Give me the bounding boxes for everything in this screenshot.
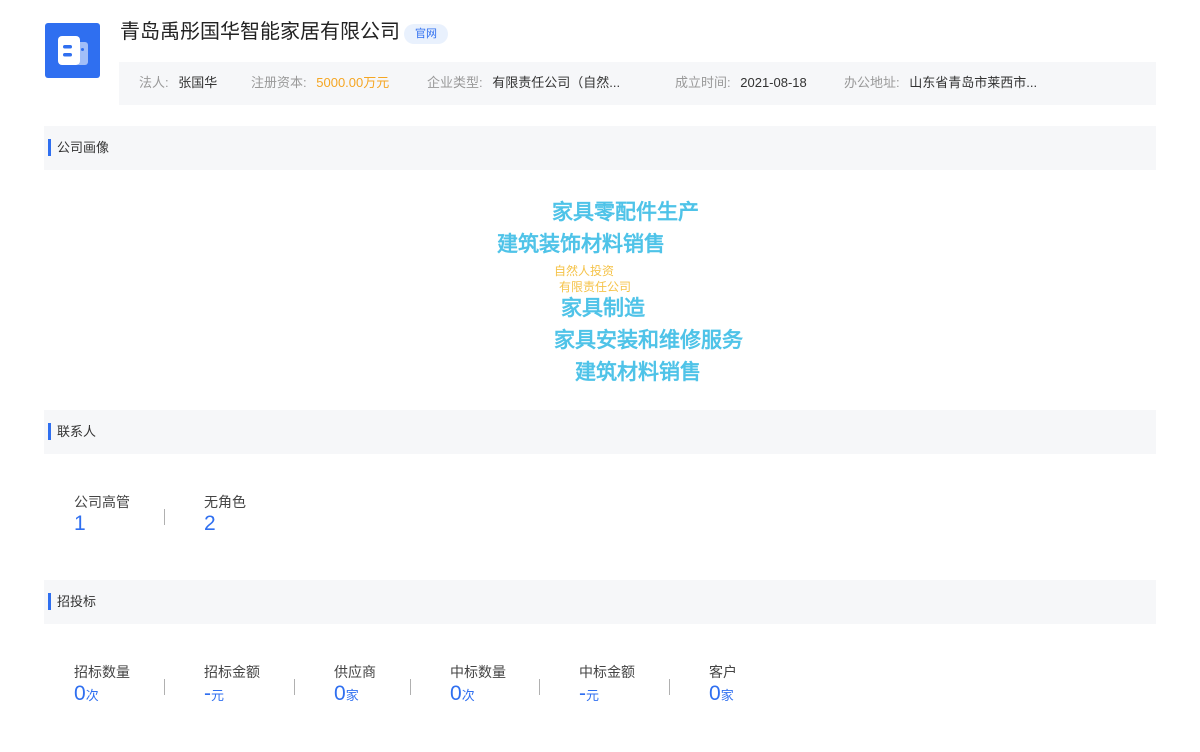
section-bidding: 招投标 <box>44 580 1156 624</box>
stat-label: 招标金额 <box>204 664 260 680</box>
tag-word: 建筑材料销售 <box>575 361 701 384</box>
stat-label: 公司高管 <box>74 494 130 510</box>
stat-value: 0家 <box>334 682 359 708</box>
divider <box>164 679 165 695</box>
stat-label: 中标金额 <box>579 664 635 680</box>
address-label: 办公地址: <box>844 75 900 90</box>
tag-word: 建筑装饰材料销售 <box>497 233 665 256</box>
address-value: 山东省青岛市莱西市... <box>909 75 1038 90</box>
official-site-badge[interactable]: 官网 <box>404 24 448 44</box>
founded-date: 成立时间: 2021-08-18 <box>675 75 807 91</box>
section-title: 公司画像 <box>57 140 110 155</box>
stat-value: -元 <box>204 682 224 708</box>
section-title: 联系人 <box>57 424 97 439</box>
divider <box>294 679 295 695</box>
stat-number[interactable]: 0 <box>709 682 721 705</box>
stat-unit: 元 <box>586 688 600 703</box>
capital-label: 注册资本: <box>251 75 307 90</box>
divider <box>410 679 411 695</box>
office-address: 办公地址: 山东省青岛市莱西市... <box>844 75 1037 91</box>
stat-value: 0次 <box>74 682 99 708</box>
stat-unit: 元 <box>211 688 225 703</box>
divider <box>539 679 540 695</box>
section-title: 招投标 <box>57 594 97 609</box>
stat-number[interactable]: 0 <box>450 682 462 705</box>
tag-word: 家具制造 <box>561 297 645 320</box>
section-accent-bar <box>48 423 51 440</box>
tag-word: 家具零配件生产 <box>552 201 699 224</box>
section-company-profile: 公司画像 <box>44 126 1156 170</box>
stat-unit: 次 <box>461 688 475 703</box>
stat-number[interactable]: 0 <box>334 682 346 705</box>
section-accent-bar <box>48 139 51 156</box>
section-accent-bar <box>48 593 51 610</box>
capital-value: 5000.00万元 <box>316 75 390 90</box>
stat-unit: 次 <box>85 688 99 703</box>
divider <box>669 679 670 695</box>
stat-label: 供应商 <box>334 664 376 680</box>
legal-rep-label: 法人: <box>139 75 169 90</box>
type-value: 有限责任公司（自然... <box>492 75 621 90</box>
registered-capital: 注册资本: 5000.00万元 <box>251 75 389 91</box>
company-logo <box>45 23 100 78</box>
stat-number[interactable]: 0 <box>74 682 86 705</box>
stat-number[interactable]: - <box>579 682 586 705</box>
tag-word: 家具安装和维修服务 <box>554 329 743 352</box>
company-name: 青岛禹彤国华智能家居有限公司 <box>120 21 400 43</box>
stat-unit: 家 <box>720 688 734 703</box>
stat-value: -元 <box>579 682 599 708</box>
stat-label: 客户 <box>709 664 737 680</box>
building-icon <box>58 36 88 65</box>
company-info-bar: 法人: 张国华 注册资本: 5000.00万元 企业类型: 有限责任公司（自然.… <box>119 62 1156 105</box>
stat-label: 招标数量 <box>74 664 130 680</box>
stat-value: 0家 <box>709 682 734 708</box>
stat-value[interactable]: 1 <box>74 512 86 536</box>
stat-label: 无角色 <box>204 494 246 510</box>
section-contacts: 联系人 <box>44 410 1156 454</box>
company-type: 企业类型: 有限责任公司（自然... <box>427 75 620 91</box>
stat-label: 中标数量 <box>450 664 506 680</box>
founded-value: 2021-08-18 <box>740 75 807 90</box>
tag-word: 自然人投资 <box>554 264 615 278</box>
divider <box>164 509 165 525</box>
stat-number[interactable]: - <box>204 682 211 705</box>
stat-value: 0次 <box>450 682 475 708</box>
legal-rep: 法人: 张国华 <box>139 75 217 91</box>
founded-label: 成立时间: <box>675 75 731 90</box>
stat-value[interactable]: 2 <box>204 512 216 536</box>
tag-word: 有限责任公司 <box>559 280 632 294</box>
stat-unit: 家 <box>345 688 359 703</box>
legal-rep-value[interactable]: 张国华 <box>178 75 217 90</box>
type-label: 企业类型: <box>427 75 483 90</box>
